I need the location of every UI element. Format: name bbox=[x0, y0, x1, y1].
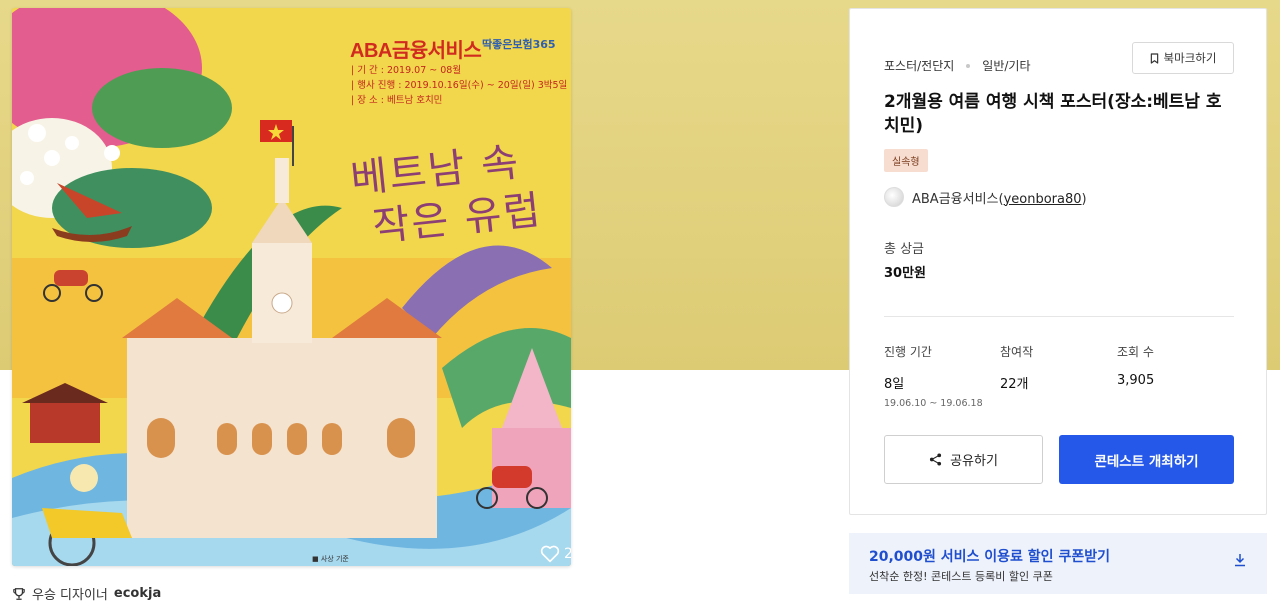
share-icon bbox=[930, 453, 942, 466]
poster-info-line: | 행사 진행 : 2019.10.16일(수) ~ 20일(일) 3박5일 bbox=[351, 80, 568, 91]
stat-views: 조회 수 3,905 bbox=[1117, 343, 1154, 388]
breadcrumb-subcategory[interactable]: 일반/기타 bbox=[982, 57, 1030, 74]
poster-brand-text: ABA금융서비스 bbox=[350, 40, 482, 62]
avatar bbox=[884, 187, 904, 207]
winner-designer: 우승 디자이너 ecokja bbox=[12, 584, 161, 603]
stat-entries: 참여작 22개 bbox=[1000, 343, 1033, 392]
prize-label: 총 상금 bbox=[884, 242, 925, 257]
plan-badge: 실속형 bbox=[884, 149, 928, 172]
poster-info-line: | 기 간 : 2019.07 ~ 08월 bbox=[351, 65, 462, 76]
breadcrumb-separator bbox=[966, 63, 971, 68]
stat-entries-label: 참여작 bbox=[1000, 345, 1034, 359]
trophy-icon bbox=[13, 587, 25, 600]
breadcrumb-category[interactable]: 포스터/전단지 bbox=[884, 57, 954, 74]
stat-period-label: 진행 기간 bbox=[884, 345, 932, 359]
share-button[interactable]: 공유하기 bbox=[884, 435, 1043, 484]
contest-info-card: 포스터/전단지 일반/기타 북마크하기 2개월용 여름 여행 시책 포스터(장소… bbox=[849, 8, 1267, 515]
share-label: 공유하기 bbox=[950, 454, 998, 469]
coupon-subtitle: 선착순 한정! 콘테스트 등록비 할인 쿠폰 bbox=[869, 570, 1053, 583]
host-info: ABA금융서비스(yeonbora80) bbox=[884, 187, 1087, 207]
breadcrumb: 포스터/전단지 일반/기타 bbox=[884, 57, 1031, 74]
bookmark-button[interactable]: 북마크하기 bbox=[1132, 42, 1234, 74]
host-id-link[interactable]: yeonbora80 bbox=[1004, 192, 1082, 207]
bookmark-label: 북마크하기 bbox=[1163, 51, 1217, 65]
poster-brand2-text: 딱좋은보험365 bbox=[482, 38, 556, 51]
poster-info-line: | 장 소 : 베트남 호치민 bbox=[351, 95, 443, 106]
stat-period-range: 19.06.10 ~ 19.06.18 bbox=[884, 398, 983, 409]
winner-name[interactable]: ecokja bbox=[114, 586, 161, 601]
stat-period-value: 8일 bbox=[884, 377, 905, 392]
coupon-title: 20,000원 서비스 이용료 할인 쿠폰받기 bbox=[869, 549, 1110, 565]
host-name: ABA금융서비스(yeonbora80) bbox=[912, 191, 1087, 207]
host-company: ABA금융서비스 bbox=[912, 191, 999, 207]
download-icon[interactable] bbox=[1233, 553, 1247, 567]
winner-label: 우승 디자이너 bbox=[32, 588, 108, 603]
poster-note: ■ 사상 기준 bbox=[312, 555, 349, 563]
poster-image[interactable]: ABA금융서비스 딱좋은보험365 | 기 간 : 2019.07 ~ 08월 … bbox=[12, 8, 571, 566]
heart-icon bbox=[540, 545, 560, 563]
poster-info: | 기 간 : 2019.07 ~ 08월 | 행사 진행 : 2019.10.… bbox=[351, 63, 567, 108]
coupon-banner[interactable]: 20,000원 서비스 이용료 할인 쿠폰받기 선착순 한정! 콘테스트 등록비… bbox=[849, 533, 1267, 594]
like-button[interactable]: 2 bbox=[540, 545, 571, 563]
stat-views-value: 3,905 bbox=[1117, 373, 1155, 388]
like-count: 2 bbox=[564, 546, 571, 562]
host-contest-button[interactable]: 콘테스트 개최하기 bbox=[1059, 435, 1234, 484]
stat-entries-value: 22개 bbox=[1000, 377, 1029, 392]
stat-period: 진행 기간 8일 19.06.10 ~ 19.06.18 bbox=[884, 343, 983, 409]
contest-title: 2개월용 여름 여행 시책 포스터(장소:베트남 호치민) bbox=[884, 92, 1222, 136]
stat-views-label: 조회 수 bbox=[1117, 345, 1154, 359]
divider bbox=[884, 316, 1234, 317]
bookmark-icon bbox=[1150, 52, 1158, 64]
prize-value: 30만원 bbox=[884, 266, 927, 281]
